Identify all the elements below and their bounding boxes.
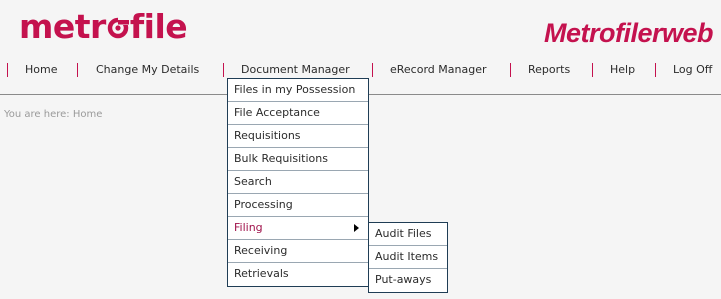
nav-item-reports[interactable]: Reports	[528, 61, 570, 79]
metrofile-logo: metr file	[19, 7, 188, 47]
nav-item-document-manager[interactable]: Document Manager	[241, 61, 350, 79]
logo-ring-icon	[107, 17, 129, 39]
submenu-item-audit-files[interactable]: Audit Files	[369, 223, 447, 246]
nav-item-erecord-manager[interactable]: eRecord Manager	[390, 61, 487, 79]
nav-item-change-my-details[interactable]: Change My Details	[96, 61, 199, 79]
menu-item-receiving[interactable]: Receiving	[228, 240, 368, 263]
nav-separator	[77, 63, 78, 77]
menu-item-processing[interactable]: Processing	[228, 194, 368, 217]
logo-text-start: metr	[19, 7, 106, 46]
menu-item-requisitions[interactable]: Requisitions	[228, 125, 368, 148]
submenu-arrow-icon	[354, 224, 359, 232]
nav-item-help[interactable]: Help	[610, 61, 635, 79]
submenu-item-put-aways[interactable]: Put-aways	[369, 269, 447, 292]
logo-text-end: file	[129, 7, 188, 46]
app-title: Metrofilerweb	[543, 18, 714, 48]
submenu-item-audit-items[interactable]: Audit Items	[369, 246, 447, 269]
document-manager-menu: Files in my Possession File Acceptance R…	[227, 78, 369, 287]
nav-separator	[592, 63, 593, 77]
main-nav: Home Change My Details Document Manager …	[0, 61, 721, 79]
breadcrumb: You are here: Home	[4, 109, 103, 120]
nav-separator	[655, 63, 656, 77]
menu-item-files-in-my-possession[interactable]: Files in my Possession	[228, 79, 368, 102]
nav-item-home[interactable]: Home	[25, 61, 57, 79]
menu-item-filing[interactable]: Filing	[228, 217, 368, 240]
menu-item-retrievals[interactable]: Retrievals	[228, 263, 368, 286]
nav-item-log-off[interactable]: Log Off	[673, 61, 712, 79]
nav-separator	[223, 63, 224, 77]
menu-item-filing-label: Filing	[234, 221, 263, 234]
menu-item-bulk-requisitions[interactable]: Bulk Requisitions	[228, 148, 368, 171]
nav-separator	[372, 63, 373, 77]
menu-item-search[interactable]: Search	[228, 171, 368, 194]
nav-separator	[7, 63, 8, 77]
menu-item-file-acceptance[interactable]: File Acceptance	[228, 102, 368, 125]
filing-submenu: Audit Files Audit Items Put-aways	[368, 222, 448, 293]
nav-separator	[510, 63, 511, 77]
